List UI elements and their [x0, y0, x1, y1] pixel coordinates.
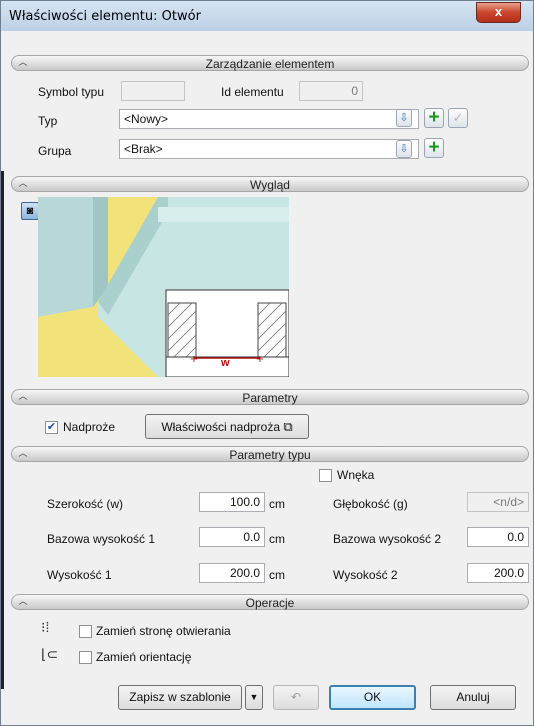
section-title: Zarządzanie elementem	[205, 57, 335, 71]
id-label: Id elementu	[221, 85, 284, 99]
dialog-window: Właściwości elementu: Otwór x ︿ Zarządza…	[0, 0, 534, 726]
swap-side-label: Zamień stronę otwierania	[96, 624, 231, 638]
swap-orientation-checkbox[interactable]	[79, 651, 92, 664]
base-height-1-unit: cm	[269, 532, 285, 546]
close-button[interactable]: x	[476, 2, 521, 23]
symbol-label: Symbol typu	[38, 85, 105, 99]
swap-orientation-icon: ⌊⊂	[41, 646, 59, 662]
lintel-checkbox[interactable]: ✔	[45, 421, 58, 434]
width-field[interactable]: 100.0	[199, 492, 265, 512]
open-dialog-icon: ⧉	[283, 419, 293, 434]
height-2-label: Wysokość 2	[333, 568, 398, 582]
section-title: Parametry	[242, 391, 298, 405]
type-picker-icon[interactable]: ⇩	[396, 109, 412, 127]
lintel-properties-button[interactable]: Właściwości nadproża ⧉	[145, 414, 309, 439]
save-template-dropdown-icon[interactable]: ▼	[245, 685, 263, 710]
save-template-button[interactable]: Zapisz w szablonie	[118, 685, 242, 710]
swap-orientation-label: Zamień orientację	[96, 650, 192, 664]
height-2-field[interactable]: 200.0	[467, 563, 529, 583]
section-management-header[interactable]: ︿ Zarządzanie elementem	[11, 55, 529, 71]
add-group-button[interactable]: +	[424, 138, 444, 158]
niche-checkbox[interactable]	[319, 469, 332, 482]
preview-drawing: + +	[38, 197, 289, 377]
section-title: Operacje	[245, 596, 295, 610]
window-title: Właściwości elementu: Otwór	[9, 9, 201, 24]
left-edge-bar	[1, 171, 4, 689]
height-1-field[interactable]: 200.0	[199, 563, 265, 583]
undo-icon[interactable]: ↶	[273, 685, 319, 710]
section-operations-header[interactable]: ︿ Operacje	[11, 594, 529, 610]
niche-label: Wnęka	[337, 468, 375, 482]
depth-field[interactable]: <n/d>	[467, 492, 529, 512]
section-parameters-header[interactable]: ︿ Parametry	[11, 389, 529, 405]
base-height-2-field[interactable]: 0.0	[467, 527, 529, 547]
section-appearance-header[interactable]: ︿ Wygląd	[11, 176, 529, 192]
width-label: Szerokość (w)	[47, 497, 124, 511]
base-height-1-label: Bazowa wysokość 1	[47, 532, 156, 546]
width-unit: cm	[269, 497, 285, 511]
swap-opening-side-icon: ⁝⁞	[41, 619, 50, 635]
type-label: Typ	[38, 114, 58, 128]
group-label: Grupa	[38, 144, 72, 158]
ok-button[interactable]: OK	[329, 685, 416, 710]
lintel-label: Nadproże	[63, 420, 116, 434]
group-picker-icon[interactable]: ⇩	[396, 140, 412, 158]
type-field[interactable]: <Nowy>	[119, 109, 419, 129]
base-height-2-label: Bazowa wysokość 2	[333, 532, 442, 546]
camera-icon[interactable]: ◙	[21, 202, 39, 220]
section-title: Wygląd	[250, 178, 290, 192]
swap-side-checkbox[interactable]	[79, 625, 92, 638]
cancel-button[interactable]: Anuluj	[430, 685, 516, 710]
height-1-label: Wysokość 1	[47, 568, 112, 582]
symbol-field[interactable]	[121, 81, 185, 101]
title-bar[interactable]: Właściwości elementu: Otwór x	[1, 1, 533, 31]
add-type-button[interactable]: +	[424, 108, 444, 128]
svg-text:+: +	[256, 354, 264, 365]
base-height-1-field[interactable]: 0.0	[199, 527, 265, 547]
width-dimension-label: w	[221, 357, 230, 369]
section-type-parameters-header[interactable]: ︿ Parametry typu	[11, 446, 529, 462]
svg-text:+: +	[190, 354, 198, 365]
accept-type-button[interactable]: ✓	[448, 108, 468, 128]
lintel-properties-label: Właściwości nadproża	[161, 420, 281, 434]
id-field[interactable]: 0	[299, 81, 363, 101]
section-title: Parametry typu	[229, 448, 311, 462]
depth-label: Głębokość (g)	[333, 497, 408, 511]
height-1-unit: cm	[269, 568, 285, 582]
group-field[interactable]: <Brak>	[119, 139, 419, 159]
opening-preview-image: + + w	[38, 197, 289, 377]
